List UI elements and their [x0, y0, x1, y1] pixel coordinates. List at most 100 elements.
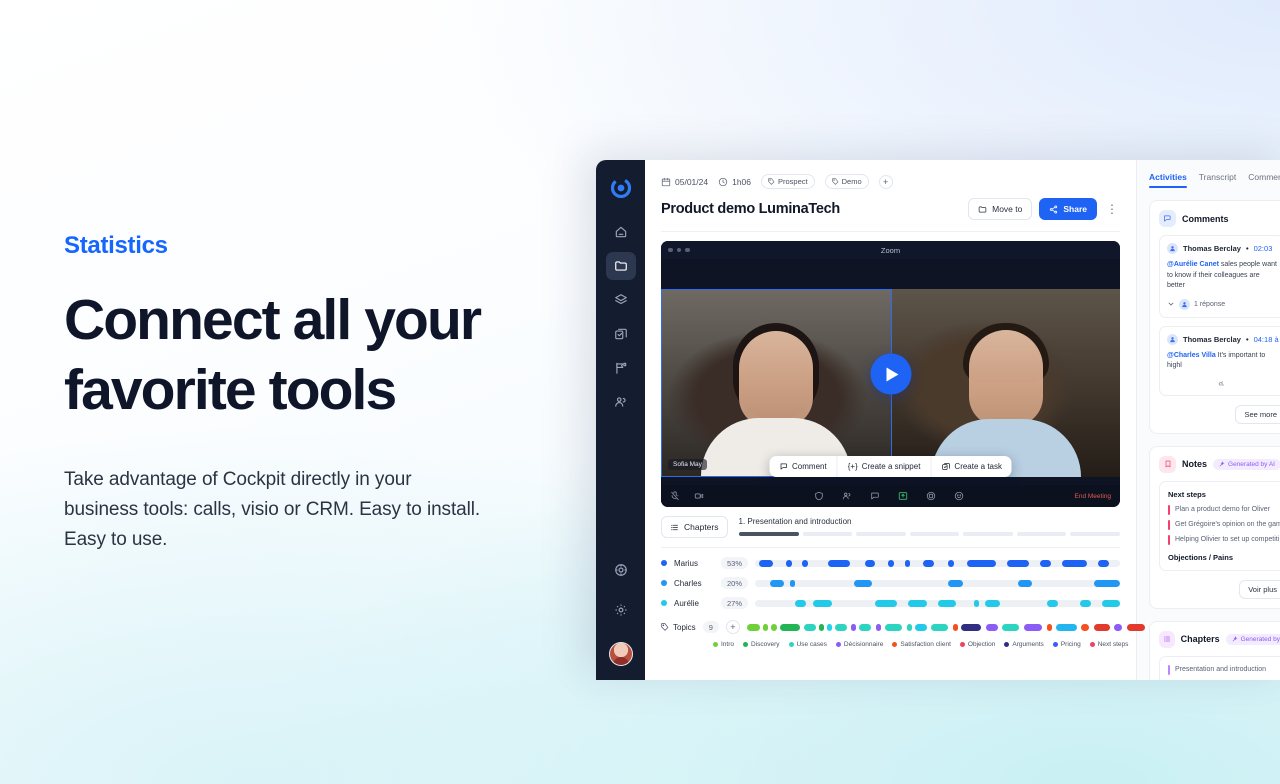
- topic-legend-item[interactable]: Arguments: [1004, 641, 1044, 648]
- topic-segment: [1002, 623, 1020, 631]
- speaker-track[interactable]: [755, 599, 1120, 607]
- speaker-segment: [948, 559, 954, 567]
- end-meeting-button[interactable]: End Meeting: [1075, 493, 1112, 500]
- comment-replies-toggle[interactable]: 1 réponse: [1167, 298, 1278, 310]
- speaker-color-dot: [661, 600, 667, 606]
- add-topic-button[interactable]: +: [725, 620, 740, 634]
- see-more-button[interactable]: See more: [1235, 404, 1280, 424]
- chapter-segment[interactable]: [1016, 532, 1067, 536]
- speaker-segment: [1094, 579, 1120, 587]
- sidebar-item-help[interactable]: [606, 556, 636, 584]
- chapter-segment[interactable]: [1070, 532, 1120, 536]
- notes-card: Notes Generated by AI Next steps Plan a …: [1149, 445, 1280, 609]
- topic-segment: [1046, 623, 1053, 631]
- speaker-percent: 20%: [721, 577, 749, 589]
- comments-card-header: Comments: [1159, 210, 1280, 227]
- topic-legend-item[interactable]: Pricing: [1052, 641, 1081, 648]
- sidebar-item-team[interactable]: [606, 388, 636, 416]
- comment-item[interactable]: Thomas Berclay • 02:03 @Aurélie Canet sa…: [1159, 235, 1280, 318]
- participants-icon[interactable]: [842, 491, 852, 501]
- topic-legend-item[interactable]: Intro: [713, 641, 734, 648]
- create-task-button[interactable]: Create a task: [930, 456, 1012, 477]
- notes-ai-badge-label: Generated by AI: [1228, 460, 1275, 468]
- tab-activities[interactable]: Activities: [1149, 172, 1187, 188]
- comment-mention[interactable]: @Charles Villa: [1167, 352, 1216, 359]
- chapter-segment[interactable]: [856, 532, 906, 536]
- sidebar-item-flag[interactable]: [606, 354, 636, 382]
- move-to-button[interactable]: Move to: [968, 198, 1033, 220]
- comment-mention[interactable]: @Aurélie Canet: [1167, 261, 1219, 268]
- tag-chip-demo[interactable]: Demo: [824, 174, 869, 189]
- speaker-timeline: Marius 53% Charles 20% Aurélie 27%: [661, 557, 1120, 617]
- topic-legend-item[interactable]: Objection: [959, 641, 995, 648]
- topic-segment: [961, 623, 982, 631]
- topic-legend-label: Arguments: [1012, 641, 1044, 648]
- chapter-segment[interactable]: [738, 532, 799, 536]
- topic-legend-item[interactable]: Décisionnaire: [835, 641, 883, 648]
- chapter-segment[interactable]: [963, 532, 1013, 536]
- note-item[interactable]: Helping Olivier to set up competiti: [1168, 534, 1279, 545]
- play-button[interactable]: [870, 353, 911, 395]
- snippet-prefix-icon: {+}: [847, 462, 858, 471]
- chat-icon[interactable]: [870, 491, 880, 501]
- share-screen-icon[interactable]: [898, 491, 908, 501]
- share-button[interactable]: Share: [1039, 198, 1097, 220]
- topic-legend-dot: [1052, 642, 1058, 647]
- tag-chip-prospect[interactable]: Prospect: [761, 174, 815, 189]
- speaker-segment: [948, 579, 964, 587]
- chapter-item[interactable]: Presentation and introduction: [1168, 664, 1277, 676]
- page-subcopy: Take advantage of Cockpit directly in yo…: [64, 469, 481, 551]
- comment-button[interactable]: Comment: [769, 456, 837, 477]
- chapter-progress: 1. Presentation and introduction: [738, 516, 1121, 536]
- sidebar-item-settings[interactable]: [606, 596, 636, 624]
- topic-legend-item[interactable]: Next steps: [1089, 641, 1128, 648]
- topic-segment: [1114, 623, 1123, 631]
- comment-timestamp[interactable]: 02:03: [1254, 244, 1273, 253]
- topic-segment: [884, 623, 903, 631]
- chapter-segment[interactable]: [909, 532, 960, 536]
- sidebar-item-tasks[interactable]: [606, 320, 636, 348]
- tab-transcript[interactable]: Transcript: [1199, 172, 1236, 188]
- speaker-segment: [1039, 559, 1051, 567]
- share-label: Share: [1063, 204, 1087, 214]
- sidebar-item-layers[interactable]: [606, 286, 636, 314]
- speaker-name: Marius: [674, 558, 699, 568]
- create-snippet-label: Create a snippet: [861, 462, 921, 471]
- topic-legend-item[interactable]: Satisfaction client: [892, 641, 951, 648]
- add-tag-button[interactable]: +: [878, 174, 893, 189]
- comment-timestamp[interactable]: 04:18 à 05:: [1254, 335, 1280, 344]
- more-options-icon[interactable]: ⋮: [1104, 203, 1120, 215]
- topic-legend-item[interactable]: Use cases: [788, 641, 827, 648]
- speaker-segment: [904, 559, 911, 567]
- note-item[interactable]: Get Grégoire's opinion on the gami: [1168, 519, 1280, 530]
- chapter-bar: [1168, 664, 1170, 676]
- meeting-duration-value: 1h06: [732, 176, 752, 187]
- sidebar-item-home[interactable]: [606, 218, 636, 246]
- topic-legend-item[interactable]: Discovery: [743, 641, 780, 648]
- user-avatar[interactable]: [608, 642, 633, 666]
- reply-icon[interactable]: [1218, 379, 1227, 388]
- create-snippet-button[interactable]: {+} Create a snippet: [836, 456, 931, 477]
- topic-legend-dot: [743, 642, 749, 647]
- topic-segment: [746, 623, 761, 631]
- mic-muted-icon[interactable]: [670, 491, 680, 501]
- voir-plus-button[interactable]: Voir plus: [1239, 579, 1280, 599]
- tag-chip-label: Prospect: [778, 177, 808, 186]
- shield-icon[interactable]: [814, 491, 824, 501]
- topic-segment: [780, 623, 800, 631]
- camera-icon[interactable]: [694, 491, 704, 501]
- topic-track[interactable]: [746, 623, 1146, 631]
- speaker-color-dot: [661, 580, 667, 586]
- chapters-button[interactable]: Chapters: [661, 516, 728, 538]
- chapter-segment[interactable]: [802, 532, 853, 536]
- sidebar-item-folder[interactable]: [605, 252, 636, 280]
- reactions-icon[interactable]: [954, 491, 964, 501]
- video-player[interactable]: Zoom Sofia May Luca Da Silva: [661, 241, 1120, 507]
- note-item[interactable]: Plan a product demo for Oliver: [1168, 504, 1277, 515]
- record-icon[interactable]: [926, 491, 936, 501]
- comment-item[interactable]: Thomas Berclay • 04:18 à 05: @Charles Vi…: [1159, 325, 1280, 396]
- chapter-segment-track[interactable]: [738, 532, 1121, 536]
- speaker-track[interactable]: [755, 579, 1120, 587]
- tab-comments[interactable]: Comments: [1248, 172, 1280, 188]
- speaker-track[interactable]: [755, 559, 1120, 567]
